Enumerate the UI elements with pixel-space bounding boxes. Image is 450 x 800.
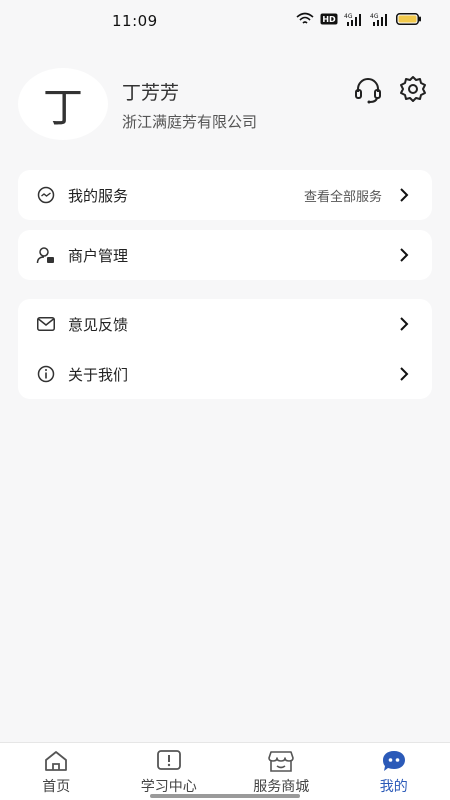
- my-services-label: 我的服务: [68, 186, 129, 205]
- tab-mine-label: 我的: [379, 779, 408, 795]
- tab-learning-center-label: 学习中心: [140, 779, 197, 795]
- services-card: 我的服务 查看全部服务: [18, 170, 432, 220]
- battery-icon: [396, 13, 421, 25]
- services-icon: [36, 185, 56, 205]
- chevron-right-icon: [400, 367, 409, 381]
- signal-2-net-label: 4G: [370, 13, 379, 20]
- tab-home-label: 首页: [42, 779, 71, 795]
- headset-icon: [355, 78, 381, 104]
- customer-service-button[interactable]: [354, 76, 382, 104]
- avatar[interactable]: 丁: [18, 68, 108, 140]
- user-name: 丁芳芳: [122, 82, 180, 104]
- profile-header: 丁 丁芳芳 浙江满庭芳有限公司: [18, 68, 432, 140]
- bottom-tab-bar: 首页 学习中心 服务商城 我的: [0, 742, 450, 800]
- wifi-icon: [296, 12, 314, 24]
- chevron-right-icon: [400, 317, 409, 331]
- view-all-services-link[interactable]: 查看全部服务: [304, 186, 382, 205]
- chevron-right-icon: [400, 188, 409, 202]
- info-icon: [36, 364, 56, 384]
- signal-icon-2: 4G: [370, 13, 387, 26]
- signal-1-net-label: 4G: [344, 13, 353, 20]
- profile-bubble-icon: [382, 751, 405, 771]
- store-icon: [268, 751, 295, 772]
- tab-mine[interactable]: 我的: [338, 743, 450, 800]
- merchant-card: 商户管理: [18, 230, 432, 280]
- company-name: 浙江满庭芳有限公司: [122, 113, 258, 131]
- hd-icon: HD: [320, 13, 338, 25]
- merchant-user-icon: [36, 245, 56, 265]
- feedback-row[interactable]: 意见反馈: [18, 299, 432, 349]
- feedback-label: 意见反馈: [68, 315, 129, 334]
- tab-service-mall[interactable]: 服务商城: [225, 743, 338, 800]
- mail-icon: [36, 314, 56, 334]
- gear-icon: [400, 76, 426, 102]
- about-us-row[interactable]: 关于我们: [18, 349, 432, 399]
- home-indicator[interactable]: [150, 794, 300, 798]
- settings-button[interactable]: [398, 74, 428, 104]
- misc-card: 意见反馈 关于我们: [18, 299, 432, 399]
- home-icon: [45, 751, 68, 771]
- my-services-row[interactable]: 我的服务 查看全部服务: [18, 170, 432, 220]
- profile-screen: 11:09 HD 4G 4G 丁 丁芳芳 浙江满庭芳有限公司 我的服务 查看全部…: [0, 0, 450, 800]
- hd-label: HD: [322, 15, 336, 24]
- tab-learning-center[interactable]: 学习中心: [113, 743, 226, 800]
- merchant-management-row[interactable]: 商户管理: [18, 230, 432, 280]
- status-time: 11:09: [112, 12, 158, 30]
- status-bar: 11:09 HD 4G 4G: [0, 0, 450, 40]
- about-us-label: 关于我们: [68, 365, 129, 384]
- tab-home[interactable]: 首页: [0, 743, 113, 800]
- notice-icon: [156, 750, 181, 770]
- tab-service-mall-label: 服务商城: [253, 779, 310, 795]
- merchant-management-label: 商户管理: [68, 246, 129, 265]
- chevron-right-icon: [400, 248, 409, 262]
- signal-icon-1: 4G: [344, 13, 361, 26]
- status-icons: HD 4G 4G: [296, 12, 422, 26]
